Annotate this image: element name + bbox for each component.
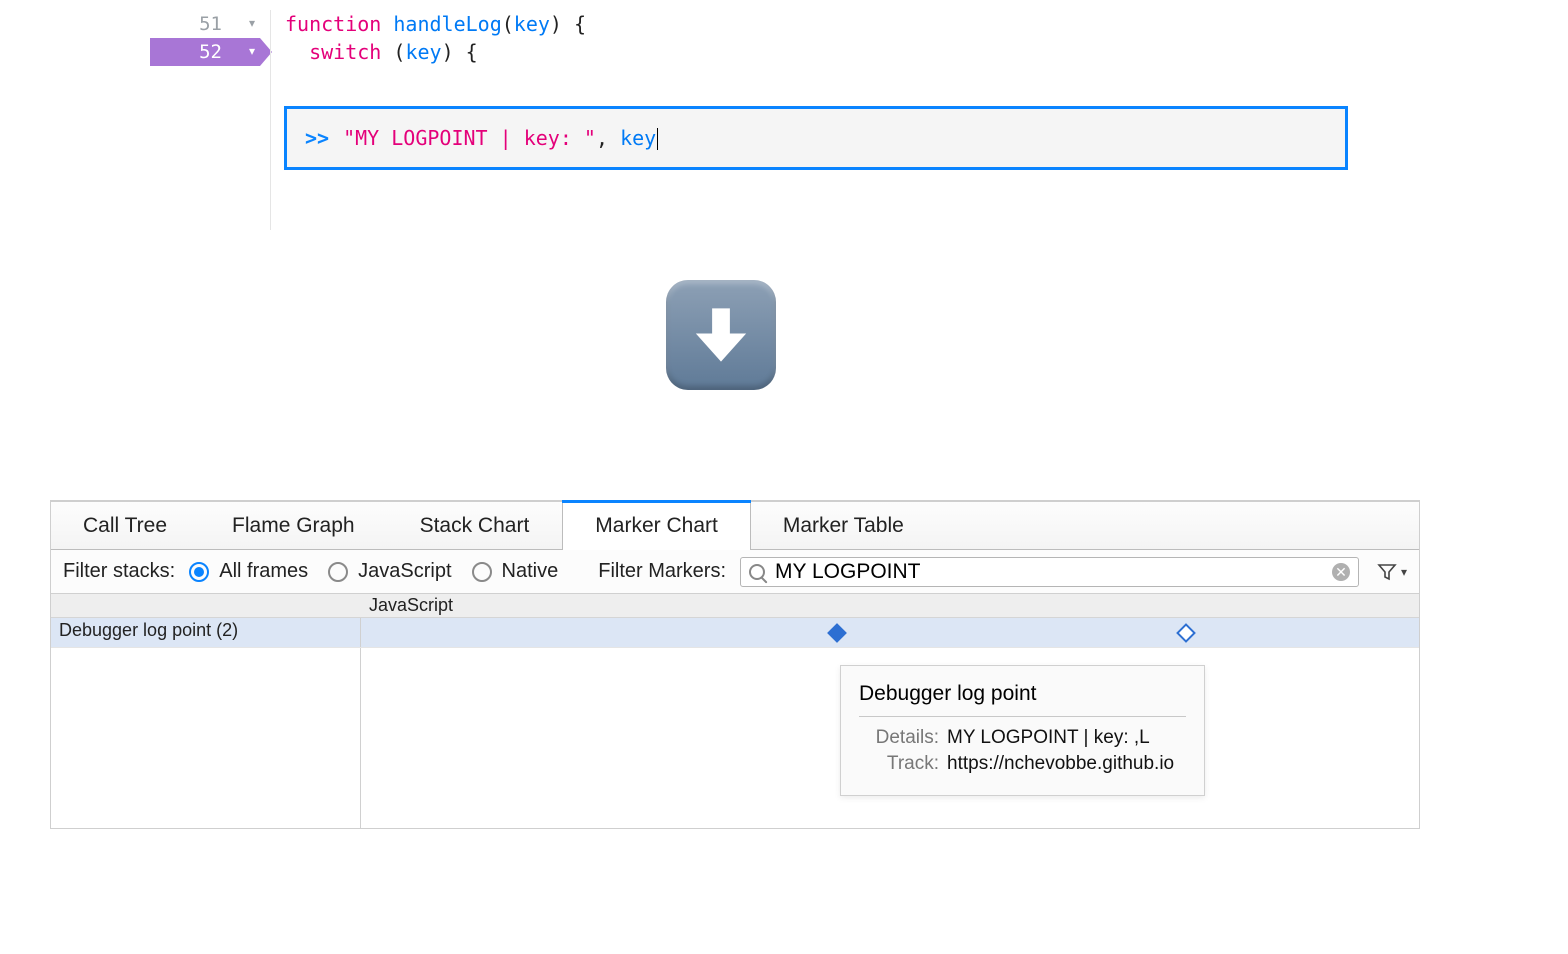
search-icon xyxy=(749,564,765,580)
marker-dot[interactable] xyxy=(827,623,847,643)
logpoint-var: key xyxy=(620,126,656,150)
indent xyxy=(285,40,309,64)
gutter: 51 ▾ 52 ▾ xyxy=(150,10,260,66)
chart-row-label: Debugger log point (2) xyxy=(51,618,361,647)
chevron-down-icon: ▾ xyxy=(1401,565,1407,579)
function-name: handleLog xyxy=(393,12,501,36)
line-number: 52 xyxy=(199,41,222,63)
chart-category-label: JavaScript xyxy=(369,595,453,616)
tooltip-title: Debugger log point xyxy=(859,682,1186,706)
keyword-switch: switch xyxy=(309,40,381,64)
radio-label[interactable]: All frames xyxy=(219,560,308,583)
logpoint-string: "MY LOGPOINT | key: " xyxy=(343,126,596,150)
filter-menu-button[interactable]: ▾ xyxy=(1377,562,1407,582)
paren: ( xyxy=(381,40,405,64)
chart-sidebar-header xyxy=(51,594,361,617)
radio-native[interactable] xyxy=(472,562,492,582)
logpoint-expression[interactable]: "MY LOGPOINT | key: ", key xyxy=(343,126,658,151)
radio-label[interactable]: Native xyxy=(502,560,559,583)
arrow-down-icon xyxy=(666,280,776,390)
radio-javascript[interactable] xyxy=(328,562,348,582)
gutter-line-active[interactable]: 52 ▾ xyxy=(150,38,260,66)
filter-markers-label: Filter Markers: xyxy=(598,560,726,583)
filter-bar: Filter stacks: All frames JavaScript Nat… xyxy=(51,550,1419,594)
tooltip-row-track: Track: https://nchevobbe.github.io xyxy=(859,753,1186,775)
paren: ( xyxy=(502,12,514,36)
row-label-text: Debugger log point (2) xyxy=(59,620,238,640)
chart-category-header: JavaScript xyxy=(361,594,1419,617)
tab-marker-chart[interactable]: Marker Chart xyxy=(562,502,751,549)
code-body[interactable]: function handleLog(key) { switch (key) { xyxy=(285,10,1350,66)
brace: { xyxy=(454,40,478,64)
tooltip-key: Details: xyxy=(859,727,939,749)
tab-stack-chart[interactable]: Stack Chart xyxy=(388,502,563,549)
tab-call-tree[interactable]: Call Tree xyxy=(51,502,200,549)
filter-stacks-label: Filter stacks: xyxy=(63,560,175,583)
fold-chevron-icon[interactable]: ▾ xyxy=(246,44,258,58)
tooltip-value: MY LOGPOINT | key: ,L xyxy=(947,727,1150,749)
code-editor: 51 ▾ 52 ▾ function handleLog(key) { swit… xyxy=(150,10,1350,230)
tooltip-divider xyxy=(859,716,1186,717)
tab-label: Stack Chart xyxy=(420,514,530,538)
tab-label: Marker Table xyxy=(783,514,904,538)
funnel-icon xyxy=(1377,562,1397,582)
keyword-function: function xyxy=(285,12,381,36)
tooltip-key: Track: xyxy=(859,753,939,775)
radio-label[interactable]: JavaScript xyxy=(358,560,451,583)
clear-search-button[interactable]: ✕ xyxy=(1332,563,1350,581)
param: key xyxy=(514,12,550,36)
logpoint-prompt-icon: >> xyxy=(305,126,329,150)
search-box[interactable]: ✕ xyxy=(740,557,1359,587)
chart-header-row: JavaScript xyxy=(51,594,1419,618)
tab-bar: Call Tree Flame Graph Stack Chart Marker… xyxy=(51,502,1419,550)
gutter-divider xyxy=(270,10,271,230)
profiler-panel: Call Tree Flame Graph Stack Chart Marker… xyxy=(50,500,1420,829)
tab-label: Marker Chart xyxy=(595,514,718,538)
code-line[interactable]: switch (key) { xyxy=(285,38,1350,66)
line-number: 51 xyxy=(199,13,222,35)
chart-empty-area xyxy=(51,648,1419,828)
tooltip-value: https://nchevobbe.github.io xyxy=(947,753,1174,775)
param: key xyxy=(405,40,441,64)
chart-sidebar-empty xyxy=(51,648,361,828)
tooltip-row-details: Details: MY LOGPOINT | key: ,L xyxy=(859,727,1186,749)
marker-tooltip: Debugger log point Details: MY LOGPOINT … xyxy=(840,665,1205,796)
logpoint-comma: , xyxy=(596,126,620,150)
tab-label: Call Tree xyxy=(83,514,167,538)
search-wrap: ✕ ▾ xyxy=(740,557,1407,587)
code-line[interactable]: function handleLog(key) { xyxy=(285,10,1350,38)
logpoint-input[interactable]: >> "MY LOGPOINT | key: ", key xyxy=(284,106,1348,170)
marker-dot[interactable] xyxy=(1176,623,1196,643)
tab-label: Flame Graph xyxy=(232,514,355,538)
fold-chevron-icon[interactable]: ▾ xyxy=(246,16,258,30)
arrow-down-glyph xyxy=(684,298,758,372)
tab-flame-graph[interactable]: Flame Graph xyxy=(200,502,388,549)
tab-marker-table[interactable]: Marker Table xyxy=(751,502,937,549)
paren: ) xyxy=(550,12,562,36)
text-caret xyxy=(657,128,658,150)
radio-all-frames[interactable] xyxy=(189,562,209,582)
paren: ) xyxy=(442,40,454,64)
brace: { xyxy=(562,12,586,36)
search-input[interactable] xyxy=(773,559,1332,585)
chart-row[interactable]: Debugger log point (2) xyxy=(51,618,1419,648)
gutter-line[interactable]: 51 ▾ xyxy=(150,10,260,38)
chart-track[interactable] xyxy=(361,618,1419,647)
